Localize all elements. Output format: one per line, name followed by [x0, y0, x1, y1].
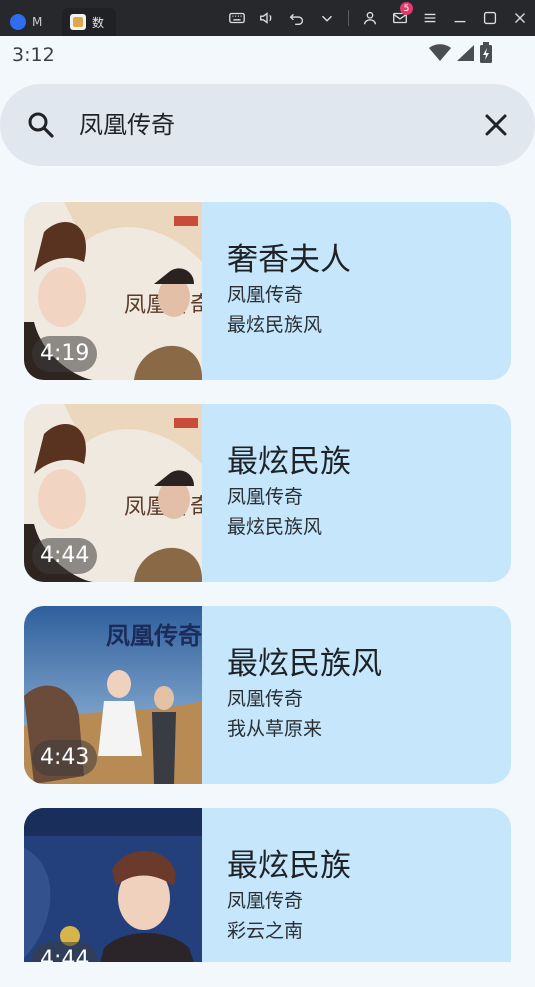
tab-music[interactable]: 数	[62, 8, 116, 36]
music-app-icon	[70, 14, 86, 30]
battery-icon	[480, 42, 492, 63]
keyboard-icon[interactable]	[222, 0, 252, 36]
tab-music-label: 数	[92, 15, 105, 30]
song-title: 最炫民族风	[227, 646, 382, 682]
results-list[interactable]: 凤凰传奇 4:19 奢香夫人 凤凰传奇 最炫民族风 凤凰传奇	[24, 202, 511, 962]
status-bar: 3:12	[0, 36, 535, 72]
song-artist: 凤凰传奇	[227, 486, 304, 508]
tab-app[interactable]: M	[10, 8, 60, 36]
list-item[interactable]: 凤凰传奇 4:19 奢香夫人 凤凰传奇 最炫民族风	[24, 202, 511, 380]
search-icon[interactable]	[26, 110, 56, 140]
duration-badge: 4:44	[32, 538, 98, 574]
search-input[interactable]: 凤凰传奇	[79, 108, 175, 142]
duration-badge: 4:19	[32, 336, 98, 372]
song-album: 彩云之南	[227, 920, 304, 942]
search-bar[interactable]: 凤凰传奇	[0, 84, 535, 166]
album-cover: 凤凰传奇 4:44	[24, 404, 202, 582]
maximize-icon[interactable]	[475, 0, 505, 36]
app-logo-icon	[10, 14, 26, 30]
list-item[interactable]: 凤凰传奇 4:43 最炫民族风 凤凰传奇 我从草原来	[24, 606, 511, 784]
chevron-down-icon[interactable]	[312, 0, 342, 36]
divider	[348, 10, 349, 26]
song-title: 最炫民族	[227, 444, 351, 480]
window-title-bar: M 数 5	[0, 0, 535, 36]
volume-icon[interactable]	[252, 0, 282, 36]
song-title: 最炫民族	[227, 848, 351, 884]
song-album: 最炫民族风	[227, 516, 323, 538]
album-cover: 凤凰传奇 4:19	[24, 202, 202, 380]
duration-badge: 4:44	[32, 942, 98, 962]
tab-app-label: M	[32, 15, 43, 29]
clear-search-icon[interactable]	[483, 112, 509, 138]
close-window-icon[interactable]	[505, 0, 535, 36]
account-icon[interactable]	[355, 0, 385, 36]
song-title: 奢香夫人	[227, 242, 351, 278]
mail-badge: 5	[400, 2, 413, 15]
album-cover: 凤凰传奇 4:43	[24, 606, 202, 784]
song-album: 我从草原来	[227, 718, 323, 740]
undo-icon[interactable]	[282, 0, 312, 36]
duration-badge: 4:43	[32, 740, 98, 776]
song-artist: 凤凰传奇	[227, 688, 304, 710]
svg-text:凤凰传奇: 凤凰传奇	[106, 621, 202, 650]
list-item[interactable]: 4:44 最炫民族 凤凰传奇 彩云之南	[24, 808, 511, 962]
signal-icon	[457, 45, 474, 61]
song-artist: 凤凰传奇	[227, 284, 304, 306]
menu-icon[interactable]	[415, 0, 445, 36]
status-time: 3:12	[12, 44, 55, 66]
wifi-icon	[429, 44, 451, 61]
minimize-icon[interactable]	[445, 0, 475, 36]
song-artist: 凤凰传奇	[227, 890, 304, 912]
mail-icon[interactable]: 5	[385, 0, 415, 36]
song-album: 最炫民族风	[227, 314, 323, 336]
album-cover: 4:44	[24, 808, 202, 962]
list-item[interactable]: 凤凰传奇 4:44 最炫民族 凤凰传奇 最炫民族风	[24, 404, 511, 582]
